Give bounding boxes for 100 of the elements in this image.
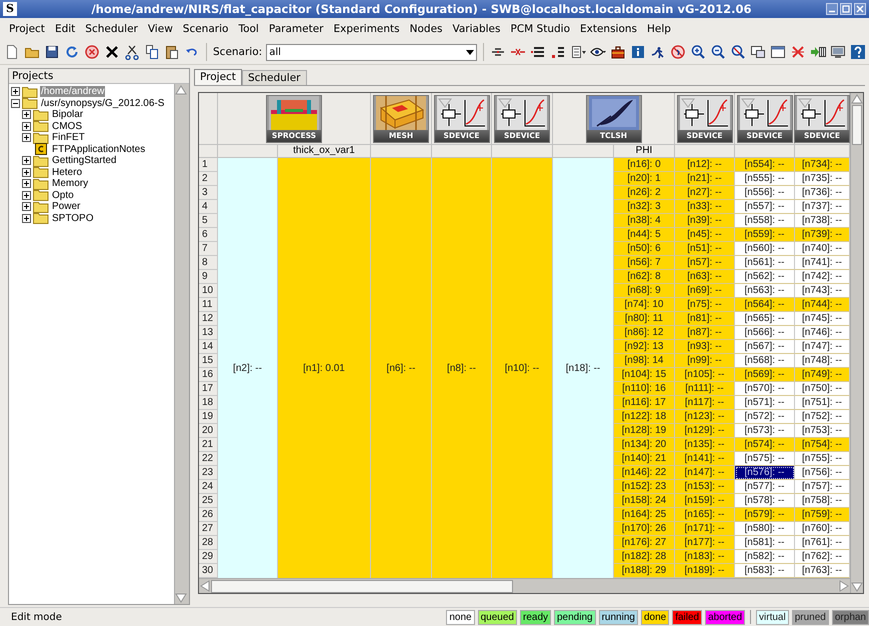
minimize-button[interactable] [826,3,838,15]
table-cell[interactable]: [n737]: -- [795,200,850,214]
table-cell[interactable]: [n18]: -- [553,158,614,578]
cut-icon[interactable] [124,44,140,60]
zoom-in-icon[interactable] [690,44,706,60]
table-cell[interactable]: [n44]: 5 [614,228,675,242]
table-cell[interactable]: [n92]: 13 [614,340,675,354]
table-cell[interactable]: [n158]: 24 [614,494,675,508]
table-cell[interactable]: [n558]: -- [735,214,795,228]
zoom-reset-icon[interactable] [730,44,746,60]
scroll-left-arrow-icon[interactable] [199,580,211,592]
table-cell[interactable]: [n763]: -- [795,564,850,578]
table-cell[interactable]: [n69]: -- [675,284,735,298]
delete-icon[interactable] [104,44,120,60]
table-cell[interactable]: [n165]: -- [675,508,735,522]
monitor-icon[interactable] [830,44,846,60]
scrollbar-thumb[interactable] [852,105,862,145]
table-cell[interactable]: [n93]: -- [675,340,735,354]
table-cell[interactable]: [n738]: -- [795,214,850,228]
table-cell[interactable]: [n580]: -- [735,522,795,536]
table-cell[interactable]: [n572]: -- [735,410,795,424]
table-cell[interactable]: [n57]: -- [675,256,735,270]
table-cell[interactable]: [n752]: -- [795,410,850,424]
rows-icon[interactable] [530,44,546,60]
table-cell[interactable]: [n98]: 14 [614,354,675,368]
table-cell[interactable]: [n563]: -- [735,284,795,298]
table-cell[interactable]: [n555]: -- [735,172,795,186]
expander-icon[interactable] [22,190,31,200]
parameter-header[interactable]: PHI [614,145,675,158]
table-cell[interactable]: [n12]: -- [675,158,735,172]
expander-icon[interactable] [22,202,31,212]
table-cell[interactable]: [n749]: -- [795,368,850,382]
scroll-down-arrow-icon[interactable] [851,581,863,593]
table-cell[interactable]: [n116]: 17 [614,396,675,410]
table-cell[interactable]: [n561]: -- [735,256,795,270]
table-cell[interactable]: [n141]: -- [675,452,735,466]
menu-item[interactable]: Help [642,23,676,35]
table-cell[interactable]: [n576]: -- [735,466,795,480]
table-cell[interactable]: [n99]: -- [675,354,735,368]
table-cell[interactable]: [n26]: 2 [614,186,675,200]
save-icon[interactable] [44,44,60,60]
window-icon[interactable] [770,44,786,60]
scroll-down-arrow-icon[interactable] [175,592,187,604]
table-cell[interactable]: [n567]: -- [735,340,795,354]
table-cell[interactable]: [n571]: -- [735,396,795,410]
table-cell[interactable]: [n565]: -- [735,312,795,326]
table-cell[interactable]: [n170]: 26 [614,522,675,536]
table-cell[interactable]: [n129]: -- [675,424,735,438]
table-cell[interactable]: [n6]: -- [371,158,432,578]
window-icon[interactable] [750,44,766,60]
table-cell[interactable]: [n164]: 25 [614,508,675,522]
arrow-table-icon[interactable] [810,44,826,60]
tree-item[interactable]: SPTOPO [51,212,94,224]
new-file-icon[interactable] [4,44,20,60]
table-cell[interactable]: [n754]: -- [795,438,850,452]
parameter-header[interactable]: thick_ox_var1 [278,145,371,158]
table-cell[interactable]: [n736]: -- [795,186,850,200]
table-cell[interactable]: [n741]: -- [795,256,850,270]
table-cell[interactable]: [n744]: -- [795,298,850,312]
table-cell[interactable]: [n740]: -- [795,242,850,256]
table-cell[interactable]: [n68]: 9 [614,284,675,298]
tree-item[interactable]: Hetero [51,166,84,178]
menu-item[interactable]: PCM Studio [505,23,575,35]
table-cell[interactable]: [n577]: -- [735,480,795,494]
table-cell[interactable]: [n45]: -- [675,228,735,242]
table-cell[interactable]: [n1]: 0.01 [278,158,371,578]
table-cell[interactable]: [n110]: 16 [614,382,675,396]
table-cell[interactable]: [n176]: 27 [614,536,675,550]
menu-item[interactable]: Experiments [328,23,405,35]
table-cell[interactable]: [n188]: 29 [614,564,675,578]
stop-icon[interactable] [84,44,100,60]
table-cell[interactable]: [n146]: 22 [614,466,675,480]
table-cell[interactable]: [n171]: -- [675,522,735,536]
table-cell[interactable]: [n757]: -- [795,480,850,494]
menu-item[interactable]: Nodes [404,23,448,35]
table-cell[interactable]: [n562]: -- [735,270,795,284]
table-cell[interactable]: [n756]: -- [795,466,850,480]
menu-item[interactable]: Scenario [178,23,234,35]
table-cell[interactable]: [n86]: 12 [614,326,675,340]
table-cell[interactable]: [n559]: -- [735,228,795,242]
table-cell[interactable]: [n80]: 11 [614,312,675,326]
expander-icon[interactable] [22,168,31,177]
table-cell[interactable]: [n56]: 7 [614,256,675,270]
table-cell[interactable]: [n8]: -- [432,158,492,578]
table-cell[interactable]: [n750]: -- [795,382,850,396]
refresh-icon[interactable] [64,44,80,60]
table-cell[interactable]: [n583]: -- [735,564,795,578]
tab[interactable]: Project [194,69,242,85]
table-cell[interactable]: [n152]: 23 [614,480,675,494]
scroll-right-arrow-icon[interactable] [838,580,850,592]
expander-icon[interactable] [22,122,31,131]
expander-icon[interactable] [22,133,31,142]
table-cell[interactable]: [n739]: -- [795,228,850,242]
tree-item[interactable]: Bipolar [51,109,84,120]
table-cell[interactable]: [n734]: -- [795,158,850,172]
table-cell[interactable]: [n27]: -- [675,186,735,200]
table-cell[interactable]: [n33]: -- [675,200,735,214]
table-cell[interactable]: [n574]: -- [735,438,795,452]
table-cell[interactable]: [n579]: -- [735,508,795,522]
scrollbar-thumb[interactable] [211,580,513,592]
